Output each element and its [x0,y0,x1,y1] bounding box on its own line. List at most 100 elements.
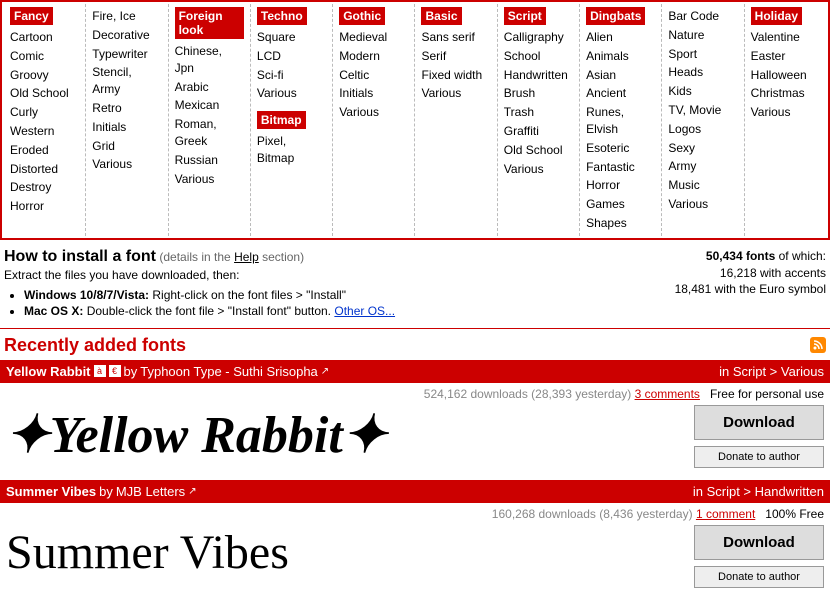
category-header[interactable]: Dingbats [586,7,645,25]
category-header[interactable]: Gothic [339,7,385,25]
category-link[interactable]: Comic [10,47,79,66]
download-button[interactable]: Download [694,405,824,440]
category-link[interactable]: Easter [751,47,820,66]
rss-icon[interactable] [810,337,826,353]
category-link[interactable]: Nature [668,26,737,45]
category-link[interactable]: School [504,47,573,66]
category-link[interactable]: Stencil, Army [92,63,161,99]
category-link[interactable]: Army [668,157,737,176]
category-link[interactable]: Serif [421,47,490,66]
category-header[interactable]: Fancy [10,7,53,25]
category-link[interactable]: Sans serif [421,28,490,47]
category-link[interactable]: Heads [668,63,737,82]
category-link[interactable]: Western [10,122,79,141]
category-link[interactable]: Christmas [751,84,820,103]
category-link[interactable]: Fantastic [586,158,655,177]
category-link[interactable]: Alien [586,28,655,47]
category-link[interactable]: Grid [92,137,161,156]
comments-link[interactable]: 3 comments [635,387,700,401]
category-link[interactable]: Animals [586,47,655,66]
category-link[interactable]: Old School [504,141,573,160]
category-link[interactable]: Modern [339,47,408,66]
category-link[interactable]: Sexy [668,139,737,158]
category-link[interactable]: Destroy [10,178,79,197]
category-link[interactable]: TV, Movie [668,101,737,120]
font-author-link[interactable]: MJB Letters [116,484,185,499]
category-link[interactable]: LCD [257,47,326,66]
other-os-link[interactable]: Other OS... [334,304,395,318]
category-link[interactable]: Bar Code [668,7,737,26]
category-link[interactable]: Roman, Greek [175,115,244,151]
external-link-icon[interactable]: ↗ [321,366,329,377]
category-link[interactable]: Sci-fi [257,66,326,85]
category-link[interactable]: Pixel, Bitmap [257,132,326,168]
category-link[interactable]: Chinese, Jpn [175,42,244,78]
font-preview[interactable]: Summer Vibes [6,525,694,588]
category-link[interactable]: Distorted [10,160,79,179]
comments-link[interactable]: 1 comment [696,507,755,521]
category-link[interactable]: Arabic [175,78,244,97]
category-header[interactable]: Holiday [751,7,802,25]
font-preview[interactable]: ✦Yellow Rabbit✦ [6,405,694,468]
category-link[interactable]: Fixed width [421,66,490,85]
category-link[interactable]: Groovy [10,66,79,85]
category-link[interactable]: Initials [339,84,408,103]
category-link[interactable]: Kids [668,82,737,101]
font-category[interactable]: in Script > Various [719,364,824,379]
category-link[interactable]: Brush [504,84,573,103]
category-header[interactable]: Basic [421,7,461,25]
category-link[interactable]: Celtic [339,66,408,85]
category-link[interactable]: Various [504,160,573,179]
category-link[interactable]: Russian [175,151,244,170]
category-link[interactable]: Various [92,155,161,174]
category-link[interactable]: Cartoon [10,28,79,47]
category-link[interactable]: Calligraphy [504,28,573,47]
donate-button[interactable]: Donate to author [694,566,824,588]
external-link-icon[interactable]: ↗ [188,486,196,497]
font-name-link[interactable]: Summer Vibes [6,484,96,499]
category-link[interactable]: Square [257,28,326,47]
category-link[interactable]: Various [175,170,244,189]
category-link[interactable]: Various [751,103,820,122]
category-header[interactable]: Foreign look [175,7,244,39]
category-link[interactable]: Mexican [175,96,244,115]
download-button[interactable]: Download [694,525,824,560]
category-link[interactable]: Initials [92,118,161,137]
category-link[interactable]: Typewriter [92,45,161,64]
category-link[interactable]: Trash [504,103,573,122]
category-link[interactable]: Fire, Ice [92,7,161,26]
category-link[interactable]: Various [421,84,490,103]
category-link[interactable]: Shapes [586,214,655,233]
category-link[interactable]: Various [668,195,737,214]
category-link[interactable]: Eroded [10,141,79,160]
category-link[interactable]: Ancient [586,84,655,103]
category-link[interactable]: Asian [586,66,655,85]
category-link[interactable]: Medieval [339,28,408,47]
category-link[interactable]: Old School [10,84,79,103]
font-name-link[interactable]: Yellow Rabbit [6,364,91,379]
category-link[interactable]: Horror [586,176,655,195]
category-link[interactable]: Esoteric [586,139,655,158]
category-link[interactable]: Curly [10,103,79,122]
category-header[interactable]: Script [504,7,546,25]
category-link[interactable]: Horror [10,197,79,216]
category-link[interactable]: Music [668,176,737,195]
category-link[interactable]: Logos [668,120,737,139]
category-link[interactable]: Various [339,103,408,122]
help-link[interactable]: Help [234,250,259,264]
category-link[interactable]: Graffiti [504,122,573,141]
category-link[interactable]: Sport [668,45,737,64]
category-link[interactable]: Handwritten [504,66,573,85]
category-link[interactable]: Decorative [92,26,161,45]
category-link[interactable]: Runes, Elvish [586,103,655,139]
category-link[interactable]: Various [257,84,326,103]
font-category[interactable]: in Script > Handwritten [693,484,824,499]
category-link[interactable]: Retro [92,99,161,118]
category-header[interactable]: Techno [257,7,307,25]
donate-button[interactable]: Donate to author [694,446,824,468]
font-author-link[interactable]: Typhoon Type - Suthi Srisopha [140,364,318,379]
category-link[interactable]: Games [586,195,655,214]
category-link[interactable]: Halloween [751,66,820,85]
category-header[interactable]: Bitmap [257,111,306,129]
category-link[interactable]: Valentine [751,28,820,47]
